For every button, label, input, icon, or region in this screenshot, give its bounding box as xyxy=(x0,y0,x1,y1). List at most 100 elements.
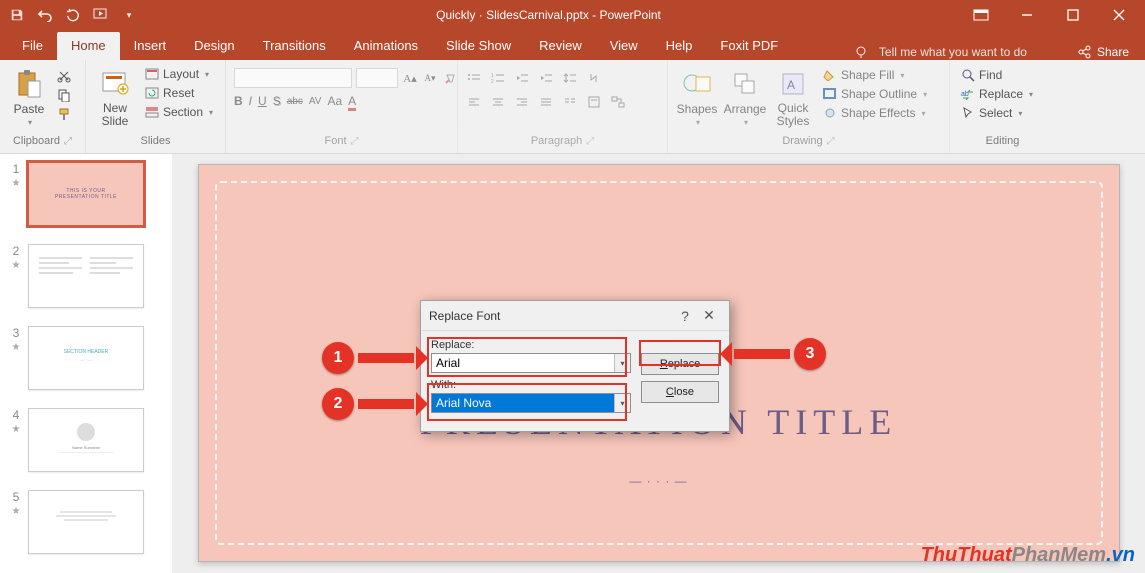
shapes-button[interactable]: Shapes▾ xyxy=(676,64,718,127)
quick-access-toolbar: ▾ xyxy=(0,6,138,24)
font-color-button[interactable]: A xyxy=(348,94,356,108)
thumbnail-3[interactable]: 3★ SECTION HEADER— · — xyxy=(10,326,162,390)
quick-styles-button[interactable]: A Quick Styles xyxy=(772,64,814,128)
shapes-label: Shapes xyxy=(677,102,718,116)
indent-left-icon[interactable] xyxy=(514,70,530,86)
tab-animations[interactable]: Animations xyxy=(340,32,432,60)
slide-subtitle[interactable]: — · · · — xyxy=(629,474,687,488)
tab-design[interactable]: Design xyxy=(180,32,248,60)
columns-icon[interactable] xyxy=(562,94,578,110)
format-painter-icon[interactable] xyxy=(56,106,72,122)
layout-icon xyxy=(145,68,159,80)
shape-outline-button[interactable]: Shape Outline▾ xyxy=(820,86,930,102)
reset-icon xyxy=(145,87,159,99)
undo-icon[interactable] xyxy=(36,6,54,24)
maximize-icon[interactable] xyxy=(1051,1,1095,29)
cut-icon[interactable] xyxy=(56,68,72,84)
select-button[interactable]: Select▾ xyxy=(958,105,1036,121)
tab-help[interactable]: Help xyxy=(652,32,707,60)
replace-combobox[interactable]: ▾ xyxy=(431,353,631,373)
chevron-down-icon[interactable]: ▾ xyxy=(614,354,630,372)
decrease-font-icon[interactable]: A▾ xyxy=(422,70,438,86)
strike-button[interactable]: abc xyxy=(287,96,303,107)
select-icon xyxy=(961,106,975,120)
align-left-icon[interactable] xyxy=(466,94,482,110)
arrange-button[interactable]: Arrange▾ xyxy=(724,64,766,127)
chevron-down-icon: ▾ xyxy=(28,118,32,127)
chevron-down-icon[interactable]: ▾ xyxy=(614,394,630,412)
arrange-label: Arrange xyxy=(724,102,767,116)
thumbnail-4[interactable]: 4★ Name Surname xyxy=(10,408,162,472)
quick-styles-icon: A xyxy=(777,68,809,100)
shadow-button[interactable]: S xyxy=(273,94,281,108)
replace-input[interactable] xyxy=(432,354,614,372)
smartart-icon[interactable] xyxy=(610,94,626,110)
slides-group-label: Slides xyxy=(141,135,171,147)
ribbon-options-icon[interactable] xyxy=(959,1,1003,29)
thumbnail-5[interactable]: 5★ xyxy=(10,490,162,554)
char-spacing-button[interactable]: AV xyxy=(309,96,322,107)
bullets-icon[interactable] xyxy=(466,70,482,86)
title-bar: ▾ Quickly · SlidesCarnival.pptx - PowerP… xyxy=(0,0,1145,30)
copy-icon[interactable] xyxy=(56,87,72,103)
dialog-launcher-icon[interactable]: ⤢ xyxy=(64,136,72,147)
share-button[interactable]: Share xyxy=(1077,45,1129,59)
change-case-button[interactable]: Aa xyxy=(327,94,342,108)
tab-foxit[interactable]: Foxit PDF xyxy=(706,32,792,60)
with-input[interactable] xyxy=(432,394,614,412)
dialog-help-icon[interactable]: ? xyxy=(673,308,697,324)
with-combobox[interactable]: ▾ xyxy=(431,393,631,413)
justify-icon[interactable] xyxy=(538,94,554,110)
indent-right-icon[interactable] xyxy=(538,70,554,86)
dialog-launcher-icon[interactable]: ⤢ xyxy=(586,136,594,147)
dialog-close-button[interactable]: Close xyxy=(641,381,719,403)
italic-button[interactable]: I xyxy=(249,94,252,108)
layout-button[interactable]: Layout▾ xyxy=(142,66,216,82)
numbering-icon[interactable]: 12 xyxy=(490,70,506,86)
dialog-launcher-icon[interactable]: ⤢ xyxy=(351,136,359,147)
new-slide-button[interactable]: New Slide xyxy=(94,64,136,128)
section-button[interactable]: Section▾ xyxy=(142,104,216,120)
star-icon: ★ xyxy=(12,506,21,517)
start-slideshow-icon[interactable] xyxy=(92,6,110,24)
tab-file[interactable]: File xyxy=(8,32,57,60)
replace-button[interactable]: abReplace▾ xyxy=(958,86,1036,102)
dialog-close-icon[interactable]: ✕ xyxy=(697,307,721,324)
drawing-group-label: Drawing xyxy=(782,135,822,147)
reset-button[interactable]: Reset xyxy=(142,85,216,101)
redo-icon[interactable] xyxy=(64,6,82,24)
thumbnail-2[interactable]: 2★ xyxy=(10,244,162,308)
tell-me-input[interactable]: Tell me what you want to do xyxy=(879,45,1027,59)
bold-button[interactable]: B xyxy=(234,94,243,108)
underline-button[interactable]: U xyxy=(258,94,267,108)
line-spacing-icon[interactable] xyxy=(562,70,578,86)
clear-format-icon[interactable] xyxy=(442,70,458,86)
align-center-icon[interactable] xyxy=(490,94,506,110)
align-right-icon[interactable] xyxy=(514,94,530,110)
qat-customize-icon[interactable]: ▾ xyxy=(120,6,138,24)
thumbnail-1[interactable]: 1★ THIS IS YOURPRESENTATION TITLE xyxy=(10,162,162,226)
tab-home[interactable]: Home xyxy=(57,32,120,60)
font-family-selector[interactable] xyxy=(234,68,352,88)
reset-label: Reset xyxy=(163,86,194,100)
tab-review[interactable]: Review xyxy=(525,32,596,60)
find-button[interactable]: Find xyxy=(958,67,1036,83)
text-direction-icon[interactable] xyxy=(586,70,602,86)
share-label: Share xyxy=(1097,45,1129,59)
minimize-icon[interactable] xyxy=(1005,1,1049,29)
with-label: With: xyxy=(431,379,631,391)
tab-view[interactable]: View xyxy=(596,32,652,60)
dialog-replace-button[interactable]: Replace xyxy=(641,353,719,375)
shape-effects-button[interactable]: Shape Effects▾ xyxy=(820,105,930,121)
tab-slideshow[interactable]: Slide Show xyxy=(432,32,525,60)
increase-font-icon[interactable]: A▴ xyxy=(402,70,418,86)
shape-fill-button[interactable]: Shape Fill▾ xyxy=(820,67,930,83)
font-size-selector[interactable] xyxy=(356,68,398,88)
tab-transitions[interactable]: Transitions xyxy=(249,32,340,60)
align-text-icon[interactable] xyxy=(586,94,602,110)
dialog-launcher-icon[interactable]: ⤢ xyxy=(827,136,835,147)
close-icon[interactable] xyxy=(1097,1,1141,29)
save-icon[interactable] xyxy=(8,6,26,24)
tab-insert[interactable]: Insert xyxy=(120,32,181,60)
paste-button[interactable]: Paste ▾ xyxy=(8,64,50,127)
